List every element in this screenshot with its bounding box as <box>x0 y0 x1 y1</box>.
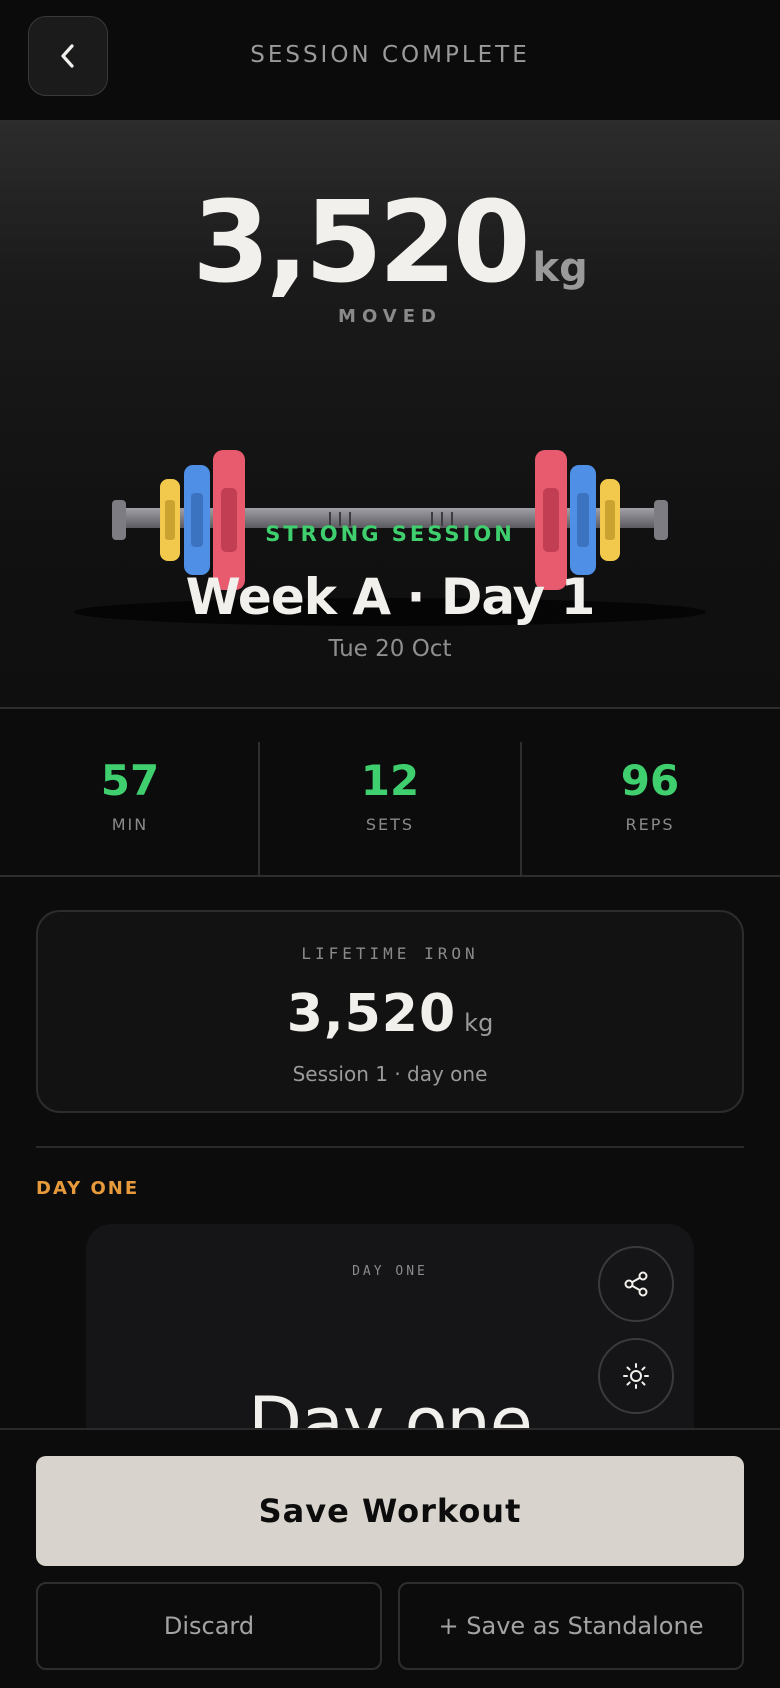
stat-value: 57 <box>100 756 160 805</box>
share-icon <box>624 1271 648 1297</box>
lifetime-value: 3,520 <box>286 984 457 1044</box>
stat-value: 96 <box>620 756 680 805</box>
top-bar: SESSION COMPLETE <box>0 0 780 120</box>
total-weight-unit: kg <box>532 245 588 291</box>
stat-reps: 96 REPS <box>520 742 780 846</box>
lifetime-subtitle: Session 1 · day one <box>292 1062 488 1086</box>
stat-label: REPS <box>625 815 675 834</box>
stat-minutes: 57 MIN <box>0 742 260 846</box>
discard-button[interactable]: Discard <box>36 1582 382 1670</box>
session-date: Tue 20 Oct <box>328 636 452 662</box>
total-weight-value: 3,520 <box>192 178 530 308</box>
lifetime-total: 3,520 kg <box>38 984 742 1044</box>
stat-label: SETS <box>365 815 415 834</box>
lifetime-unit: kg <box>464 1009 494 1037</box>
stat-sets: 12 SETS <box>260 742 520 846</box>
session-name: Week A · Day 1 <box>185 568 596 626</box>
stats-row: 57 MIN 12 SETS 96 REPS <box>0 710 780 877</box>
lifetime-title: LIFETIME IRON <box>301 944 479 963</box>
save-workout-button[interactable]: Save Workout <box>36 1456 744 1566</box>
lifetime-card: LIFETIME IRON 3,520 kg Session 1 · day on… <box>36 910 744 1113</box>
session-verdict: STRONG SESSION <box>265 522 515 546</box>
stat-label: MIN <box>111 815 149 834</box>
hero-panel: 3,520 kg MOVED STRONG SESSION Week A · D… <box>0 120 780 709</box>
stat-value: 12 <box>360 756 420 805</box>
save-standalone-button[interactable]: + Save as Standalone <box>398 1582 744 1670</box>
bottom-action-bar: Save Workout Discard + Save as Standalon… <box>0 1428 780 1688</box>
section-label: DAY ONE <box>36 1178 140 1199</box>
sun-icon <box>623 1363 649 1389</box>
share-button[interactable] <box>598 1246 674 1322</box>
theme-button[interactable] <box>598 1338 674 1414</box>
section-divider <box>36 1146 744 1148</box>
total-weight: 3,520 kg <box>0 178 780 308</box>
session-complete-screen: SESSION COMPLETE 3,520 kg MOVED STRONG S… <box>0 0 780 1688</box>
page-title: SESSION COMPLETE <box>250 42 530 68</box>
